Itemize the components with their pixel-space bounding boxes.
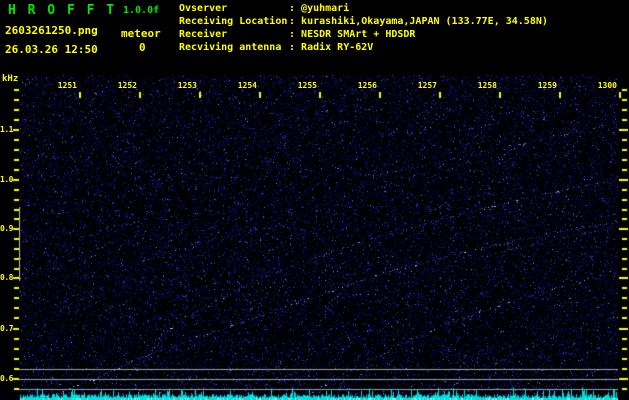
info-separator: : bbox=[289, 3, 302, 14]
x-tick-label: 1253 bbox=[177, 81, 197, 90]
observer-info-table: Ovserver: @yuhmari Receiving Location: ku… bbox=[179, 2, 548, 54]
info-value: kurashiki,Okayama,JAPAN (133.77E, 34.58N… bbox=[301, 16, 548, 27]
y-tick-label: 1.1 bbox=[0, 125, 13, 134]
info-label: Receiver bbox=[179, 29, 228, 40]
meteor-count-value: 0 bbox=[139, 41, 146, 54]
info-value: @yuhmari bbox=[301, 3, 350, 14]
y-tick-label: 0.9 bbox=[0, 224, 13, 233]
observation-datetime: 26.03.26 12:50 bbox=[5, 43, 98, 56]
y-tick-label: 0.6 bbox=[0, 374, 13, 383]
observer-info-row: Receiving Location: kurashiki,Okayama,JA… bbox=[179, 15, 548, 28]
hrofft-window: H R O F F T 1.0.0f 2603261250.png 26.03.… bbox=[0, 0, 629, 400]
output-filename: 2603261250.png bbox=[5, 24, 98, 37]
info-separator: : bbox=[289, 42, 302, 53]
info-label: Receiving Location bbox=[179, 16, 288, 27]
y-tick-label: 0.8 bbox=[0, 273, 13, 282]
info-label: Recviving antenna bbox=[179, 42, 282, 53]
x-tick-label: 1252 bbox=[117, 81, 137, 90]
info-value: Radix RY-62V bbox=[301, 42, 374, 53]
info-value: NESDR SMArt + HDSDR bbox=[301, 29, 416, 40]
info-separator: : bbox=[289, 29, 302, 40]
app-version: 1.0.0f bbox=[123, 5, 160, 16]
y-tick-label: 0.7 bbox=[0, 324, 13, 333]
info-label: Ovserver bbox=[179, 3, 228, 14]
x-tick-label: 1254 bbox=[237, 81, 257, 90]
meteor-count-label: meteor bbox=[121, 27, 161, 40]
x-tick-label: 1255 bbox=[297, 81, 317, 90]
x-tick-label: 1251 bbox=[57, 81, 77, 90]
x-tick-label: 1257 bbox=[417, 81, 437, 90]
y-axis-unit-label: kHz bbox=[2, 74, 19, 84]
y-tick-label: 1.0 bbox=[0, 175, 13, 184]
observer-info-row: Ovserver: @yuhmari bbox=[179, 2, 548, 15]
observer-info-row: Recviving antenna: Radix RY-62V bbox=[179, 41, 548, 54]
observer-info-row: Receiver: NESDR SMArt + HDSDR bbox=[179, 28, 548, 41]
x-tick-label: 1300 bbox=[597, 81, 617, 90]
x-tick-label: 1256 bbox=[357, 81, 377, 90]
x-tick-label: 1258 bbox=[477, 81, 497, 90]
x-tick-label: 1259 bbox=[537, 81, 557, 90]
spectrogram-canvas bbox=[0, 0, 629, 400]
app-title: H R O F F T bbox=[8, 3, 117, 18]
info-separator: : bbox=[289, 16, 302, 27]
